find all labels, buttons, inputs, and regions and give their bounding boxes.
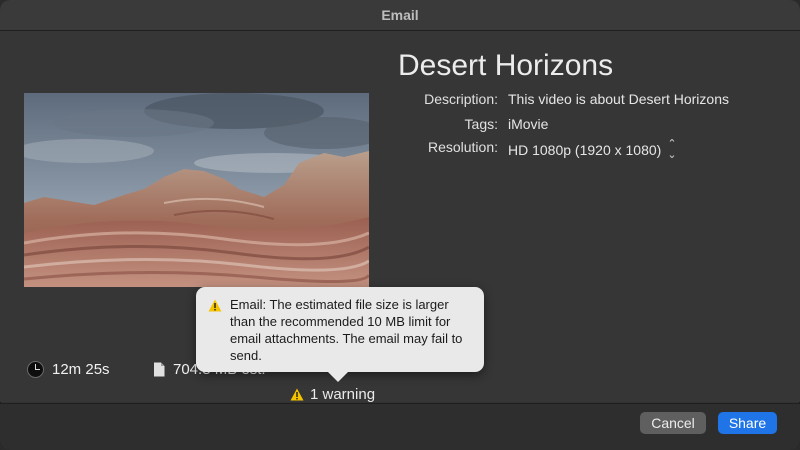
resolution-label: Resolution: bbox=[427, 139, 498, 155]
warning-popover: Email: The estimated file size is larger… bbox=[196, 287, 484, 382]
window-titlebar[interactable]: Email bbox=[0, 0, 800, 31]
duration-stat: 12m 25s bbox=[27, 361, 110, 378]
description-row: Description: This video is about Desert … bbox=[360, 91, 780, 111]
share-button[interactable]: Share bbox=[718, 412, 777, 434]
document-icon bbox=[154, 362, 165, 377]
resolution-row: Resolution: HD 1080p (1920 x 1080) ⌃ ⌄ bbox=[360, 139, 780, 161]
dialog-content: Desert Horizons Description: This video … bbox=[0, 31, 800, 403]
tags-value[interactable]: iMovie bbox=[508, 116, 548, 132]
warning-indicator[interactable]: 1 warning bbox=[290, 386, 375, 403]
clock-icon bbox=[27, 361, 44, 378]
tags-label: Tags: bbox=[464, 116, 498, 132]
dialog-footer: Cancel Share bbox=[0, 403, 800, 450]
duration-value: 12m 25s bbox=[52, 361, 110, 378]
resolution-value: HD 1080p (1920 x 1080) bbox=[508, 142, 662, 158]
email-share-dialog: Email Desert Horizons Description: This … bbox=[0, 0, 800, 450]
chevron-up-down-icon: ⌃ ⌄ bbox=[667, 138, 677, 161]
window-title: Email bbox=[381, 7, 419, 23]
warning-triangle-icon bbox=[208, 299, 222, 312]
warning-triangle-icon bbox=[290, 388, 304, 401]
video-title[interactable]: Desert Horizons bbox=[398, 49, 613, 83]
description-label: Description: bbox=[424, 91, 498, 107]
tags-row: Tags: iMovie bbox=[360, 116, 780, 136]
video-thumbnail bbox=[24, 93, 369, 287]
warning-count: 1 warning bbox=[310, 386, 376, 403]
resolution-select[interactable]: HD 1080p (1920 x 1080) ⌃ ⌄ bbox=[508, 139, 677, 161]
warning-message: Email: The estimated file size is larger… bbox=[230, 297, 463, 363]
description-value[interactable]: This video is about Desert Horizons bbox=[508, 91, 729, 107]
cancel-button[interactable]: Cancel bbox=[640, 412, 706, 434]
